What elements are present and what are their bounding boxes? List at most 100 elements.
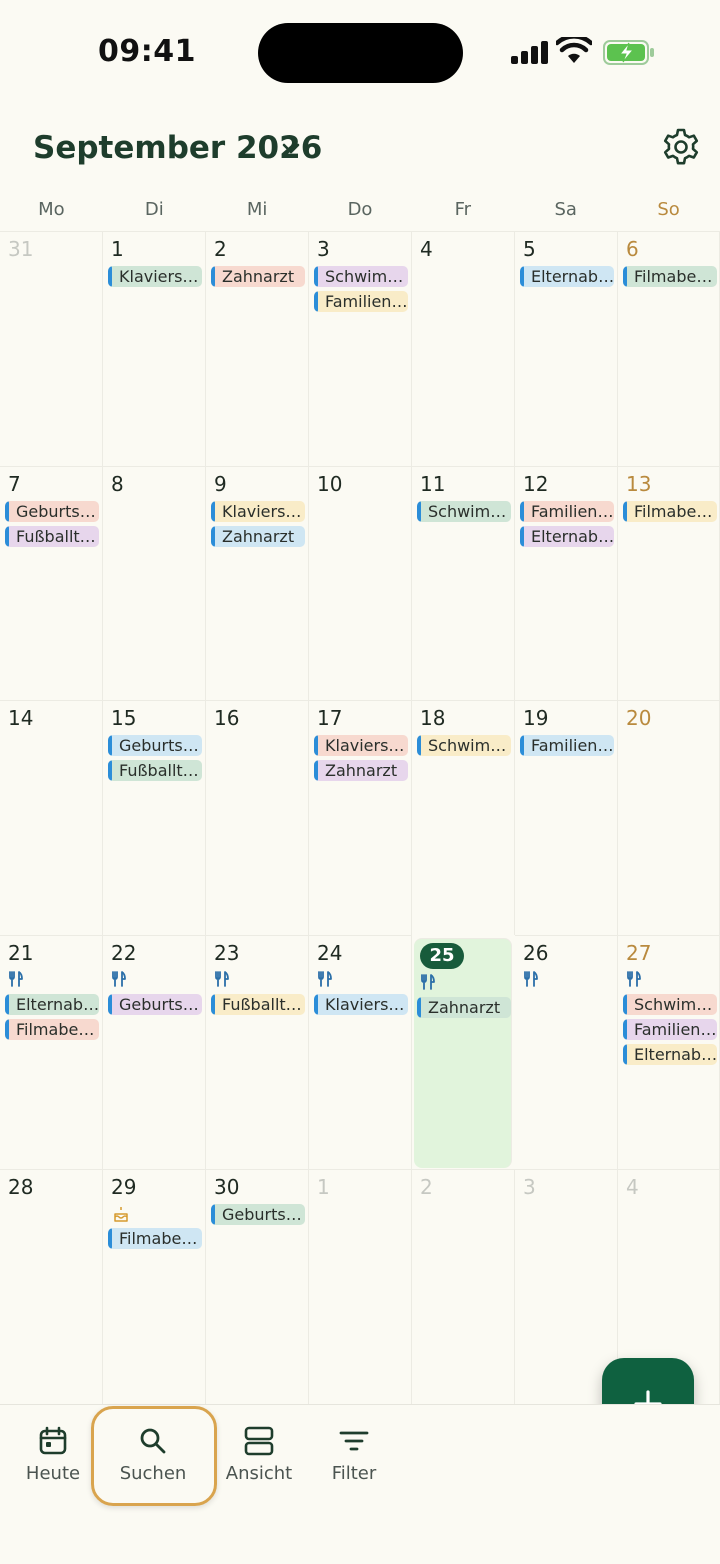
- month-title[interactable]: September 2026: [33, 130, 322, 166]
- event-chip[interactable]: Elternab…: [520, 526, 614, 547]
- event-chip[interactable]: Familien…: [314, 291, 408, 312]
- event-chip[interactable]: Geburts…: [108, 735, 202, 756]
- day-number: 13: [626, 472, 652, 496]
- day-cell[interactable]: 29 Filmabe…: [103, 1169, 206, 1404]
- day-cell[interactable]: 22 Geburts…: [103, 935, 206, 1170]
- event-chip[interactable]: Klaviers…: [211, 501, 305, 522]
- event-chip[interactable]: Zahnarzt: [211, 526, 305, 547]
- nav-filter[interactable]: Filter: [304, 1425, 404, 1495]
- day-number: 10: [317, 472, 343, 496]
- weekday-label: Mi: [246, 199, 268, 220]
- day-number: 21: [8, 941, 34, 965]
- day-number: 2: [214, 237, 227, 261]
- day-cell[interactable]: 27 Schwim… Familien… Elternab…: [618, 935, 720, 1170]
- day-cell[interactable]: 1: [309, 1169, 412, 1404]
- day-number: 30: [214, 1175, 240, 1199]
- event-chip[interactable]: Zahnarzt: [417, 997, 511, 1018]
- event-chip[interactable]: Schwim…: [417, 501, 511, 522]
- day-cell[interactable]: 28: [0, 1169, 103, 1404]
- day-number: 9: [214, 472, 227, 496]
- meal-plan-icon: [318, 971, 332, 987]
- day-cell[interactable]: 8: [103, 466, 206, 701]
- dynamic-island: [258, 23, 463, 83]
- day-cell[interactable]: 2 Zahnarzt: [206, 231, 309, 466]
- weekday-header: Mo Di Mi Do Fr Sa So: [0, 190, 720, 230]
- day-cell[interactable]: 17 Klaviers… Zahnarzt: [309, 700, 412, 935]
- event-chip[interactable]: Schwim…: [623, 994, 717, 1015]
- event-chip[interactable]: Filmabe…: [108, 1228, 202, 1249]
- day-cell[interactable]: 21 Elternab… Filmabe…: [0, 935, 103, 1170]
- day-cell[interactable]: 19 Familien…: [515, 700, 618, 935]
- chevron-down-icon[interactable]: [280, 138, 302, 160]
- event-chip[interactable]: Schwim…: [417, 735, 511, 756]
- birthday-cake-icon: [114, 1207, 128, 1222]
- day-cell[interactable]: 5 Elternab…: [515, 231, 618, 466]
- day-cell[interactable]: 3: [515, 1169, 618, 1404]
- event-chip[interactable]: Filmabe…: [623, 266, 717, 287]
- day-number: 4: [420, 237, 433, 261]
- event-chip[interactable]: Familien…: [520, 501, 614, 522]
- event-chip[interactable]: Geburts…: [211, 1204, 305, 1225]
- day-number: 26: [523, 941, 549, 965]
- day-cell[interactable]: 7 Geburts… Fußballt…: [0, 466, 103, 701]
- event-chip[interactable]: Elternab…: [623, 1044, 717, 1065]
- day-cell[interactable]: 30 Geburts…: [206, 1169, 309, 1404]
- day-cell-today[interactable]: 25 Zahnarzt: [414, 938, 512, 1168]
- day-cell[interactable]: 14: [0, 700, 103, 935]
- event-chip[interactable]: Zahnarzt: [314, 760, 408, 781]
- day-cell[interactable]: 11 Schwim…: [412, 466, 515, 701]
- day-number: 3: [317, 237, 330, 261]
- day-cell[interactable]: 24 Klaviers…: [309, 935, 412, 1170]
- nav-today[interactable]: Heute: [3, 1425, 103, 1495]
- day-number: 23: [214, 941, 240, 965]
- day-cell[interactable]: 2: [412, 1169, 515, 1404]
- weekday-label: Mo: [38, 199, 65, 220]
- day-number: 24: [317, 941, 343, 965]
- event-chip[interactable]: Klaviers…: [314, 994, 408, 1015]
- day-cell[interactable]: 13 Filmabe…: [618, 466, 720, 701]
- day-cell[interactable]: 20: [618, 700, 720, 935]
- day-number: 29: [111, 1175, 137, 1199]
- weekday-label: Sa: [554, 199, 577, 220]
- event-chip[interactable]: Elternab…: [5, 994, 99, 1015]
- event-chip[interactable]: Klaviers…: [314, 735, 408, 756]
- day-cell[interactable]: 10: [309, 466, 412, 701]
- day-cell[interactable]: 26: [515, 935, 618, 1170]
- day-cell[interactable]: 6 Filmabe…: [618, 231, 720, 466]
- nav-view[interactable]: Ansicht: [209, 1425, 309, 1495]
- day-cell[interactable]: 12 Familien… Elternab…: [515, 466, 618, 701]
- day-number: 17: [317, 706, 343, 730]
- battery-charging-icon: [603, 40, 654, 65]
- event-chip[interactable]: Zahnarzt: [211, 266, 305, 287]
- event-chip[interactable]: Familien…: [623, 1019, 717, 1040]
- gear-icon[interactable]: [660, 126, 702, 168]
- event-chip[interactable]: Fußballt…: [108, 760, 202, 781]
- event-chip[interactable]: Filmabe…: [623, 501, 717, 522]
- event-chip[interactable]: Geburts…: [5, 501, 99, 522]
- day-cell[interactable]: 3 Schwim… Familien…: [309, 231, 412, 466]
- day-number: 15: [111, 706, 137, 730]
- event-chip[interactable]: Klaviers…: [108, 266, 202, 287]
- event-chip[interactable]: Schwim…: [314, 266, 408, 287]
- event-chip[interactable]: Fußballt…: [211, 994, 305, 1015]
- event-chip[interactable]: Filmabe…: [5, 1019, 99, 1040]
- day-cell[interactable]: 4: [412, 231, 515, 466]
- event-chip[interactable]: Fußballt…: [5, 526, 99, 547]
- day-cell[interactable]: 15 Geburts… Fußballt…: [103, 700, 206, 935]
- day-cell[interactable]: 16: [206, 700, 309, 935]
- event-chip[interactable]: Familien…: [520, 735, 614, 756]
- day-cell[interactable]: 1 Klaviers…: [103, 231, 206, 466]
- day-cell[interactable]: 23 Fußballt…: [206, 935, 309, 1170]
- meal-plan-icon: [9, 971, 23, 987]
- day-number: 16: [214, 706, 240, 730]
- day-cell[interactable]: 31: [0, 231, 103, 466]
- day-cell[interactable]: 9 Klaviers… Zahnarzt: [206, 466, 309, 701]
- meal-plan-icon: [421, 974, 435, 990]
- event-chip[interactable]: Elternab…: [520, 266, 614, 287]
- day-number: 5: [523, 237, 536, 261]
- day-number: 8: [111, 472, 124, 496]
- day-number: 19: [523, 706, 549, 730]
- day-cell[interactable]: 18 Schwim…: [412, 700, 515, 935]
- day-number: 20: [626, 706, 652, 730]
- event-chip[interactable]: Geburts…: [108, 994, 202, 1015]
